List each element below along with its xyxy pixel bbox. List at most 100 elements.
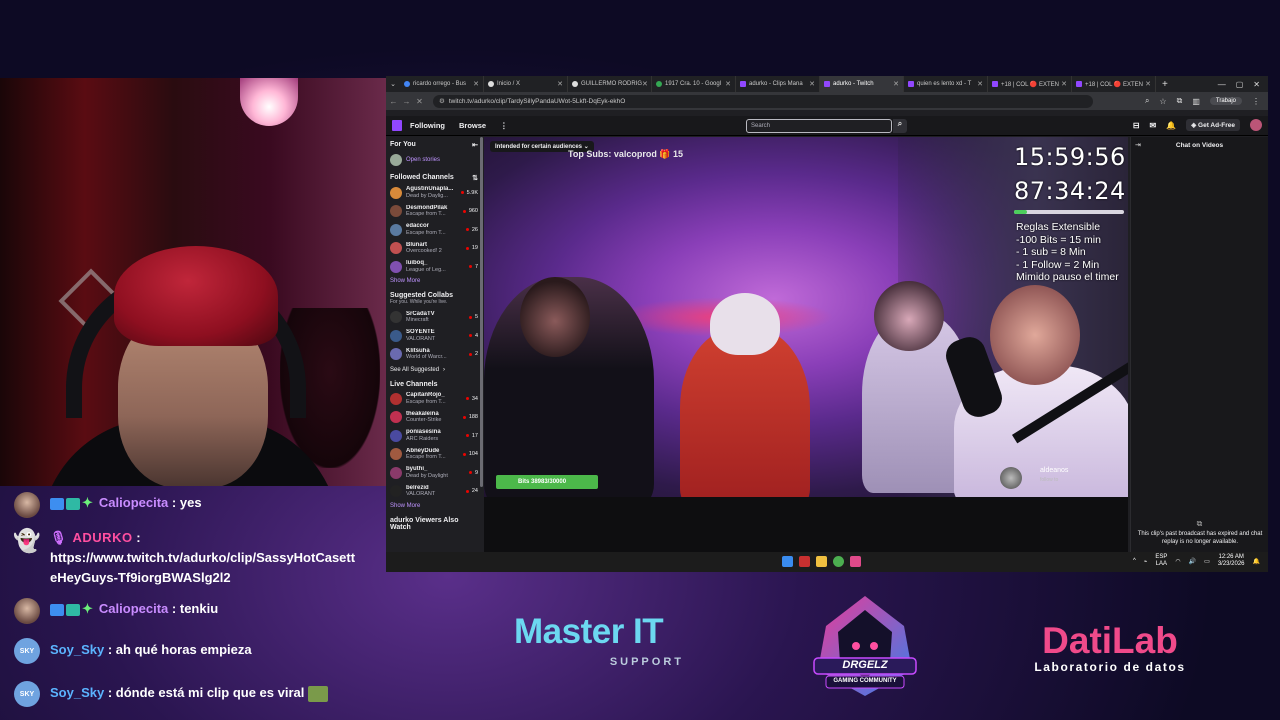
sidebar-channel-item[interactable]: poniasesina ARC Raiders 17 [386, 427, 482, 446]
more-icon[interactable]: ⋮ [500, 121, 508, 130]
sidebar-channel-item[interactable]: luiboq_ League of Leg... 7 [386, 258, 482, 277]
stop-icon[interactable]: ✕ [414, 97, 425, 106]
sidebar-channel-item[interactable]: edaccor Escape from T... 26 [386, 221, 482, 240]
twitch-icon [908, 81, 914, 87]
viewer-count: 24 [466, 488, 478, 494]
minimize-icon[interactable]: — [1218, 80, 1226, 89]
browser-tab[interactable]: ricardo orrego - Bus ✕ [400, 76, 484, 92]
browser-tab[interactable]: +18 | COL 🔴 EXTEN ✕ [988, 76, 1072, 92]
tab-search-icon[interactable]: ⌄ [386, 80, 400, 88]
suggested-channel-list: SrCadaTV Minecraft 5 SOYENTE VALORANT 4 Klitsu… [386, 308, 482, 364]
close-icon[interactable]: ✕ [473, 80, 479, 88]
tray-chevron-icon[interactable]: ^ [1133, 558, 1136, 564]
sidebar-channel-item[interactable]: DesmondPilak Escape from T... 960 [386, 202, 482, 221]
twitch-logo-icon[interactable] [392, 120, 402, 131]
zoom-icon[interactable]: ⌕ [1145, 96, 1149, 106]
open-stories-row[interactable]: Open stories [386, 151, 482, 170]
browser-tab[interactable]: +18 | COL 🔴 EXTEN ✕ [1072, 76, 1156, 92]
network-icon[interactable]: ⌁ [1144, 558, 1148, 565]
chat-link[interactable]: https://www.twitch.tv/adurko/clip/SassyH… [50, 550, 355, 585]
sidebar-channel-item[interactable]: SOYENTE VALORANT 4 [386, 327, 482, 346]
forward-icon[interactable]: → [401, 97, 412, 106]
datilab-subtitle: Laboratorio de datos [1034, 660, 1186, 674]
browse-link[interactable]: Browse [459, 121, 486, 130]
get-ad-free-button[interactable]: ◈ Get Ad-Free [1186, 119, 1240, 131]
browser-tab[interactable]: GUILLERMO RODRIG ✕ [568, 76, 652, 92]
sidebar-channel-item[interactable]: Klitsuha World of Warcr... 2 [386, 345, 482, 364]
profile-button[interactable]: Trabajo [1209, 97, 1242, 105]
close-icon[interactable]: ✕ [1061, 80, 1067, 88]
search-icon[interactable]: ⌕ [893, 119, 907, 133]
see-all-suggested-button[interactable]: See All Suggested › [386, 364, 482, 377]
windows-start-icon[interactable] [782, 556, 793, 567]
extensions-icon[interactable]: ⧉ [1177, 96, 1183, 106]
site-info-icon[interactable]: ⚙ [439, 97, 445, 105]
back-icon[interactable]: ← [388, 97, 399, 106]
close-icon[interactable]: ✕ [725, 80, 731, 88]
sidebar-channel-item[interactable]: SrCadaTV Minecraft 5 [386, 308, 482, 327]
clip-video-player[interactable]: Intended for certain audiences ⌄ Top Sub… [484, 137, 1128, 497]
sidebar-channel-item[interactable]: AbneyDude Escape from T... 104 [386, 445, 482, 464]
user-avatar: SKY [14, 638, 40, 664]
new-tab-icon[interactable]: + [1156, 79, 1174, 90]
app-icon[interactable] [799, 556, 810, 567]
channel-avatar [390, 242, 402, 255]
sidebar-icon[interactable]: ▥ [1192, 97, 1200, 106]
following-link[interactable]: Following [410, 121, 445, 130]
close-icon[interactable]: ✕ [1145, 80, 1151, 88]
sort-icon[interactable]: ⇅ [472, 174, 478, 182]
close-icon[interactable]: ✕ [893, 80, 899, 88]
show-more-link[interactable]: Show More [386, 276, 482, 288]
app-icon[interactable] [850, 556, 861, 567]
viewer-count: 5.9K [461, 190, 478, 196]
sidebar-channel-item[interactable]: theakaleina Counter-Strike 188 [386, 408, 482, 427]
file-explorer-icon[interactable] [816, 556, 827, 567]
viewer-count: 5 [469, 314, 478, 320]
close-window-icon[interactable]: ✕ [1253, 80, 1260, 89]
twitch-top-nav: Following Browse ⋮ Search ⌕ ⊟ ✉ 🔔 ◈ Get … [386, 116, 1268, 136]
browser-tab[interactable]: quien es lento xd - T ✕ [904, 76, 988, 92]
volume-icon[interactable]: 🔊 [1189, 558, 1196, 565]
channel-game: VALORANT [406, 491, 436, 498]
wifi-icon[interactable]: ◠ [1175, 558, 1180, 565]
bookmark-star-icon[interactable]: ☆ [1159, 97, 1166, 106]
sidebar-channel-item[interactable]: AgustinUnapla... Dead by Daylig... 5.9K [386, 184, 482, 203]
browser-tab[interactable]: Inicio / X ✕ [484, 76, 568, 92]
channel-game: VALORANT [406, 335, 436, 342]
notifications-icon[interactable]: 🔔 [1166, 121, 1176, 130]
sidebar-channel-item[interactable]: belrezid VALORANT 24 [386, 482, 482, 501]
close-icon[interactable]: ✕ [557, 80, 563, 88]
close-icon[interactable]: ✕ [642, 80, 648, 88]
sidebar-scrollbar[interactable] [480, 137, 483, 487]
close-icon[interactable]: ✕ [809, 80, 815, 88]
notification-bell-icon[interactable]: 🔔 [1253, 558, 1260, 565]
close-icon[interactable]: ✕ [977, 80, 983, 88]
url-input[interactable]: ⚙ twitch.tv/adurko/clip/TardySillyPandaU… [433, 94, 1093, 108]
menu-icon[interactable]: ⋮ [1252, 97, 1260, 106]
chat-message: 👻 🎙 ADURKO : https://www.twitch.tv/adurko… [13, 528, 360, 588]
channel-game: Minecraft [406, 317, 429, 324]
collapse-sidebar-icon[interactable]: ⇤ [472, 141, 478, 149]
channel-game: Escape from T... [406, 454, 446, 461]
channel-name: AgustinUnapla... [406, 186, 454, 193]
browser-tab[interactable]: adurko - Clips Mana ✕ [736, 76, 820, 92]
sidebar-channel-item[interactable]: Blunart Overcooked! 2 19 [386, 239, 482, 258]
sidebar-channel-item[interactable]: CapitanRojo_ Escape from T... 34 [386, 390, 482, 409]
taskbar-clock[interactable]: 12:26 AM 3/23/2026 [1218, 554, 1245, 568]
timer-progress-bar [1014, 210, 1124, 214]
twitch-search-input[interactable]: Search [746, 119, 892, 133]
chat-text: yes [179, 495, 202, 510]
browser-tab-bar: ⌄ ricardo orrego - Bus ✕ Inicio / X ✕ GUIL… [386, 76, 1268, 92]
battery-icon[interactable]: ▭ [1204, 558, 1210, 565]
chrome-icon[interactable] [833, 556, 844, 567]
maximize-icon[interactable]: ▢ [1236, 80, 1244, 89]
prime-loot-icon[interactable]: ⊟ [1133, 121, 1140, 130]
sparkle-icon: ✦ [82, 601, 93, 616]
user-avatar[interactable] [1250, 119, 1262, 131]
browser-tab-active[interactable]: adurko - Twitch ✕ [820, 76, 904, 92]
show-more-link[interactable]: Show More [386, 501, 482, 513]
language-indicator[interactable]: ESP LAA [1155, 554, 1167, 568]
sidebar-channel-item[interactable]: byuthi_ Dead by Daylight 9 [386, 464, 482, 483]
browser-tab[interactable]: 1917 Cra. 10 - Googl ✕ [652, 76, 736, 92]
inbox-icon[interactable]: ✉ [1150, 121, 1157, 130]
